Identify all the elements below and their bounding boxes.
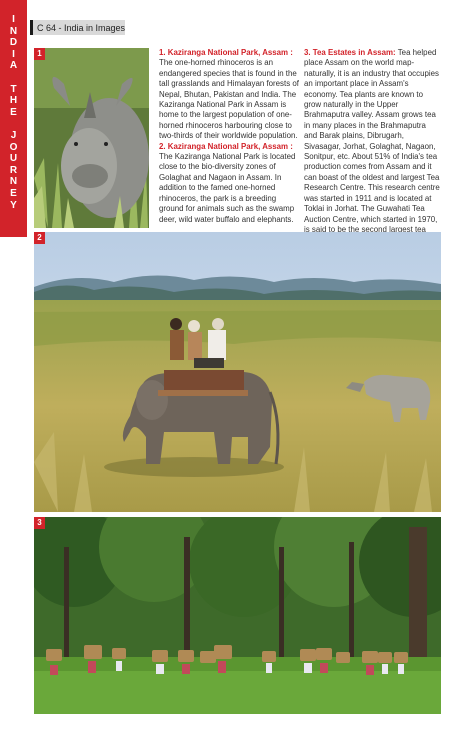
photo-number-2: 2 (34, 232, 45, 244)
sidebar-letter: H (9, 95, 18, 107)
sidebar-letter: I (12, 48, 15, 60)
sidebar-letter: I (12, 14, 15, 25)
sidebar-letter: N (9, 25, 18, 37)
sidebar-letter: R (9, 164, 18, 176)
sidebar-letter: T (10, 83, 17, 95)
sidebar-letter: O (9, 141, 18, 153)
rhino-photo (34, 48, 149, 228)
caption-text-3: Tea helped place Assam on the world map-… (304, 48, 440, 244)
photo-number-1: 1 (34, 48, 45, 60)
photo-number-3: 3 (34, 517, 45, 529)
caption-heading-1: 1. Kaziranga National Park, Assam : (159, 48, 293, 57)
header-marker (30, 20, 33, 35)
sidebar-title-strip: INDIATHEJOURNEY (0, 0, 27, 237)
caption-heading-3: 3. Tea Estates in Assam: (304, 48, 396, 57)
page-header: C 64 - India in Images (30, 20, 125, 35)
sidebar-letter: N (9, 176, 18, 188)
sidebar-letter: Y (10, 199, 17, 211)
sidebar-letter: E (10, 187, 17, 199)
sidebar-letter: U (9, 153, 18, 165)
page-label: C 64 - India in Images (36, 22, 125, 33)
caption-heading-2: 2. Kaziranga National Park, Assam : (159, 141, 293, 151)
elephant-safari-photo (34, 232, 441, 512)
caption-column-1: 1. Kaziranga National Park, Assam : The … (159, 48, 299, 225)
caption-column-2: 3. Tea Estates in Assam: Tea helped plac… (304, 48, 441, 246)
sidebar-letter: E (10, 106, 17, 118)
sidebar-letter: A (9, 60, 18, 72)
sidebar-letter: J (10, 129, 17, 141)
caption-text-1: The one-horned rhinoceros is an endanger… (159, 58, 299, 141)
tea-garden-photo (34, 517, 441, 714)
sidebar-letter: D (9, 37, 18, 49)
caption-text-2: The Kaziranga National Park is located c… (159, 152, 296, 224)
